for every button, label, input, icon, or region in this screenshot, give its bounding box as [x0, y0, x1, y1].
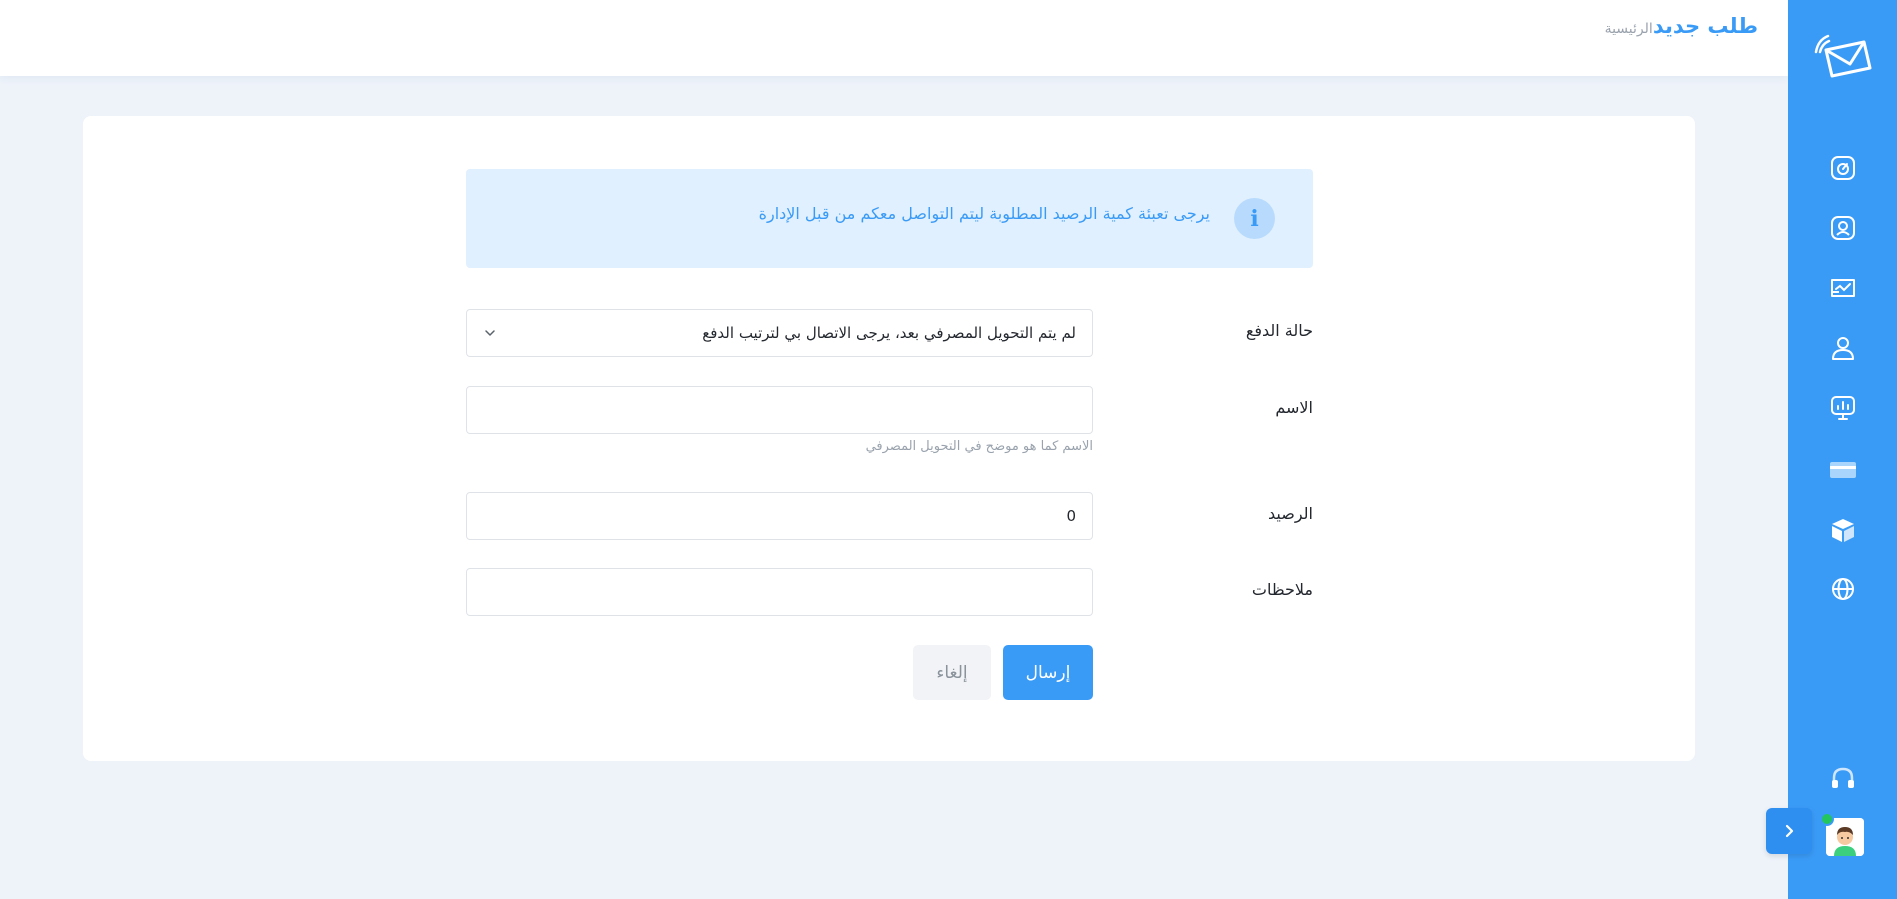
name-input[interactable] — [466, 386, 1093, 434]
presentation-icon[interactable] — [1828, 393, 1858, 423]
info-alert: i يرجى تعبئة كمية الرصيد المطلوبة ليتم ا… — [466, 169, 1313, 268]
cancel-button[interactable]: إلغاء — [913, 645, 991, 700]
name-row: الاسم الاسم كما هو موضح في التحويل المصر… — [466, 386, 1313, 456]
balance-label: الرصيد — [1268, 504, 1313, 523]
name-label: الاسم — [1275, 398, 1313, 417]
form-area: i يرجى تعبئة كمية الرصيد المطلوبة ليتم ا… — [466, 169, 1313, 700]
name-hint: الاسم كما هو موضح في التحويل المصرفي — [865, 439, 1093, 454]
chevron-right-icon — [1785, 824, 1794, 838]
notes-input[interactable] — [466, 568, 1093, 616]
online-status-indicator — [1820, 812, 1834, 826]
payment-status-selected-value: لم يتم التحويل المصرفي بعد، يرجى الاتصال… — [702, 324, 1076, 342]
user-badge-icon[interactable] — [1828, 213, 1858, 243]
top-header: طلب جديد الرئيسية — [0, 0, 1788, 76]
package-box-icon[interactable] — [1828, 515, 1858, 545]
info-alert-message: يرجى تعبئة كمية الرصيد المطلوبة ليتم الت… — [758, 204, 1210, 223]
form-actions: إرسال إلغاء — [466, 645, 1313, 700]
breadcrumb-home[interactable]: الرئيسية — [1605, 21, 1653, 37]
credit-card-icon[interactable] — [1828, 455, 1858, 485]
balance-row: الرصيد 0 — [466, 492, 1313, 540]
request-form-card: i يرجى تعبئة كمية الرصيد المطلوبة ليتم ا… — [83, 116, 1695, 761]
headphones-icon[interactable] — [1828, 763, 1858, 793]
payment-status-row: حالة الدفع لم يتم التحويل المصرفي بعد، ي… — [466, 309, 1313, 357]
inbox-chart-icon[interactable] — [1828, 273, 1858, 303]
submit-button[interactable]: إرسال — [1003, 645, 1093, 700]
payment-status-select[interactable]: لم يتم التحويل المصرفي بعد، يرجى الاتصال… — [466, 309, 1093, 357]
user-icon[interactable] — [1828, 333, 1858, 363]
sidebar-toggle-button[interactable] — [1766, 808, 1812, 854]
payment-status-label: حالة الدفع — [1245, 321, 1313, 340]
info-icon: i — [1234, 198, 1275, 239]
page-title: طلب جديد — [1652, 14, 1758, 38]
balance-input[interactable]: 0 — [466, 492, 1093, 540]
mail-logo-icon[interactable] — [1812, 30, 1874, 80]
chevron-down-icon — [485, 330, 495, 336]
header-title-group: طلب جديد الرئيسية — [1605, 14, 1758, 38]
notes-label: ملاحظات — [1251, 580, 1313, 599]
globe-icon[interactable] — [1828, 574, 1858, 604]
sidebar — [1788, 0, 1897, 899]
dashboard-gauge-icon[interactable] — [1828, 153, 1858, 183]
notes-row: ملاحظات — [466, 568, 1313, 616]
